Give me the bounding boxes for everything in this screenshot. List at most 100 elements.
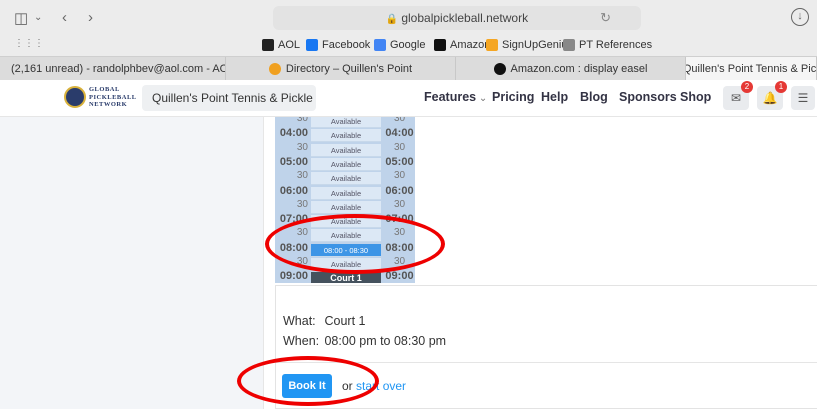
chevron-down-icon[interactable]: ⌄ <box>34 12 42 23</box>
browser-tab[interactable]: Amazon.com : display easel <box>456 57 686 81</box>
nav-pricing[interactable]: Pricing <box>492 90 534 104</box>
time-label: 05:00 <box>279 155 308 168</box>
or-start-over: or start over <box>342 379 406 393</box>
club-selector[interactable]: Quillen's Point Tennis & Pickle Bal... <box>142 85 316 111</box>
bookmark-google[interactable]: Google <box>374 39 425 51</box>
available-slot[interactable]: Available <box>311 200 381 214</box>
when-value: 08:00 pm to 08:30 pm <box>324 334 447 348</box>
aol-icon <box>262 39 274 51</box>
lock-icon: 🔒 <box>385 14 399 25</box>
download-icon[interactable]: ↓ <box>791 8 809 26</box>
what-label: What: <box>283 314 316 328</box>
forward-button[interactable]: › <box>88 9 93 26</box>
nav-label: Pricing <box>492 90 535 104</box>
selected-slot[interactable]: 08:00 - 08:30 <box>311 243 381 257</box>
tab-label: Amazon.com : display easel <box>510 63 648 75</box>
available-slot[interactable]: Available <box>311 172 381 186</box>
nav-blog[interactable]: Blog <box>580 90 608 104</box>
pickleball-logo-icon[interactable] <box>64 86 86 108</box>
bookmark-label: Facebook <box>322 39 371 51</box>
time-label: 30 <box>393 141 406 153</box>
time-label: 08:00 <box>279 241 308 254</box>
url-text: globalpickleball.network <box>401 11 529 25</box>
notifications-badge: 1 <box>775 81 787 93</box>
profile-button[interactable]: ☰ <box>791 86 815 110</box>
amazon-icon <box>493 63 506 75</box>
time-label: 04:00 <box>385 127 414 140</box>
available-slot[interactable]: Available <box>311 229 381 243</box>
when-label: When: <box>283 334 320 348</box>
nav-sponsors[interactable]: Sponsors <box>619 90 677 104</box>
site-header: GLOBAL PICKLEBALL NETWORK Quillen's Poin… <box>0 80 817 117</box>
browser-tab[interactable]: Quillen's Point Tennis & Pickl <box>686 57 817 81</box>
nav-features[interactable]: Features ⌄ <box>424 90 487 104</box>
bookmark-label: Google <box>390 39 426 51</box>
time-label: 30 <box>296 141 308 153</box>
time-label: 30 <box>296 170 308 182</box>
nav-label: Help <box>541 90 569 104</box>
notifications-button[interactable]: 🔔 1 <box>757 81 787 110</box>
bookmark-facebook[interactable]: Facebook <box>306 39 370 51</box>
nav-label: Blog <box>580 90 608 104</box>
or-text: or <box>342 379 353 393</box>
google-icon <box>374 39 386 51</box>
divider <box>276 362 817 363</box>
facebook-icon <box>306 39 318 51</box>
bookmark-signupgenius[interactable]: SignUpGenius <box>486 39 573 51</box>
back-button[interactable]: ‹ <box>62 9 67 26</box>
bell-icon: 🔔 <box>762 91 778 105</box>
book-it-button[interactable]: Book It <box>282 374 332 398</box>
bookmark-aol[interactable]: AOL <box>262 39 300 51</box>
apps-grid-icon[interactable]: ⋮⋮⋮ <box>14 38 44 49</box>
envelope-icon: ✉ <box>730 91 742 105</box>
time-column-left: 30 04:00 30 05:00 30 06:00 30 07:00 30 08:00 30 09:… <box>275 117 310 283</box>
messages-badge: 2 <box>741 81 753 93</box>
reload-icon[interactable]: ↻ <box>600 6 611 30</box>
time-label: 30 <box>393 170 406 182</box>
nav-help[interactable]: Help <box>541 90 568 104</box>
time-label: 30 <box>296 227 308 239</box>
time-label: 30 <box>393 198 406 210</box>
bookmarks-bar: ⋮⋮⋮ AOL Facebook Google Amazon SignUpGenius P… <box>0 36 817 56</box>
available-slot[interactable]: Available <box>311 117 381 128</box>
nav-label: Shop <box>680 90 712 104</box>
chevron-down-icon: ⌄ <box>476 93 488 104</box>
signupgenius-icon <box>486 39 498 51</box>
browser-tab[interactable]: (2,161 unread) - randolphbev@aol.com - A… <box>0 57 226 81</box>
browser-tab[interactable]: Directory – Quillen's Point <box>226 57 456 81</box>
court-schedule: 30 04:00 30 05:00 30 06:00 30 07:00 30 08:00 30 09:… <box>275 117 415 283</box>
bookmark-label: AOL <box>278 39 301 51</box>
bookmark-amazon[interactable]: Amazon <box>434 39 490 51</box>
browser-chrome: ◫ ⌄ ‹ › 🔒 globalpickleball.network ↻ ↓ ⋮⋮… <box>0 0 817 81</box>
time-label: 30 <box>296 256 308 267</box>
messages-button[interactable]: ✉ 2 <box>723 81 753 110</box>
time-label: 07:00 <box>279 213 308 226</box>
bookmark-pt-references[interactable]: PT References <box>563 39 652 51</box>
slot-column: Available Available Available Available Avai… <box>311 117 381 283</box>
available-slot[interactable]: Available <box>311 186 381 200</box>
booking-when: When: 08:00 pm to 08:30 pm <box>283 334 446 348</box>
available-slot[interactable]: Available <box>311 157 381 171</box>
available-slot[interactable]: Available <box>311 215 381 229</box>
tab-strip: (2,161 unread) - randolphbev@aol.com - A… <box>0 56 817 81</box>
nav-shop[interactable]: Shop <box>680 90 711 104</box>
start-over-link[interactable]: start over <box>356 379 406 393</box>
available-slot[interactable]: Available <box>311 129 381 143</box>
available-slot[interactable]: Available <box>311 143 381 157</box>
directory-icon <box>268 63 281 75</box>
address-bar[interactable]: 🔒 globalpickleball.network ↻ <box>273 6 641 30</box>
nav-label: Sponsors <box>619 90 677 104</box>
time-label: 30 <box>296 198 308 210</box>
time-label: 30 <box>393 117 406 124</box>
tab-label: Quillen's Point Tennis & Pickl <box>686 63 817 75</box>
time-label: 06:00 <box>385 184 414 197</box>
sidebar-toggle-icon[interactable]: ◫ <box>14 9 28 27</box>
left-sidebar <box>0 117 263 409</box>
time-column-right: 30 04:00 30 05:00 30 06:00 30 07:00 30 08:00 30 09:… <box>382 117 415 283</box>
tab-label: (2,161 unread) - randolphbev@aol.com - A… <box>11 63 226 75</box>
folder-icon <box>563 39 575 51</box>
booked-slot[interactable]: Court 1 <box>311 272 381 283</box>
what-value: Court 1 <box>324 314 366 328</box>
available-slot[interactable]: Available <box>311 258 381 271</box>
site-logo[interactable]: GLOBAL PICKLEBALL NETWORK <box>89 86 137 109</box>
